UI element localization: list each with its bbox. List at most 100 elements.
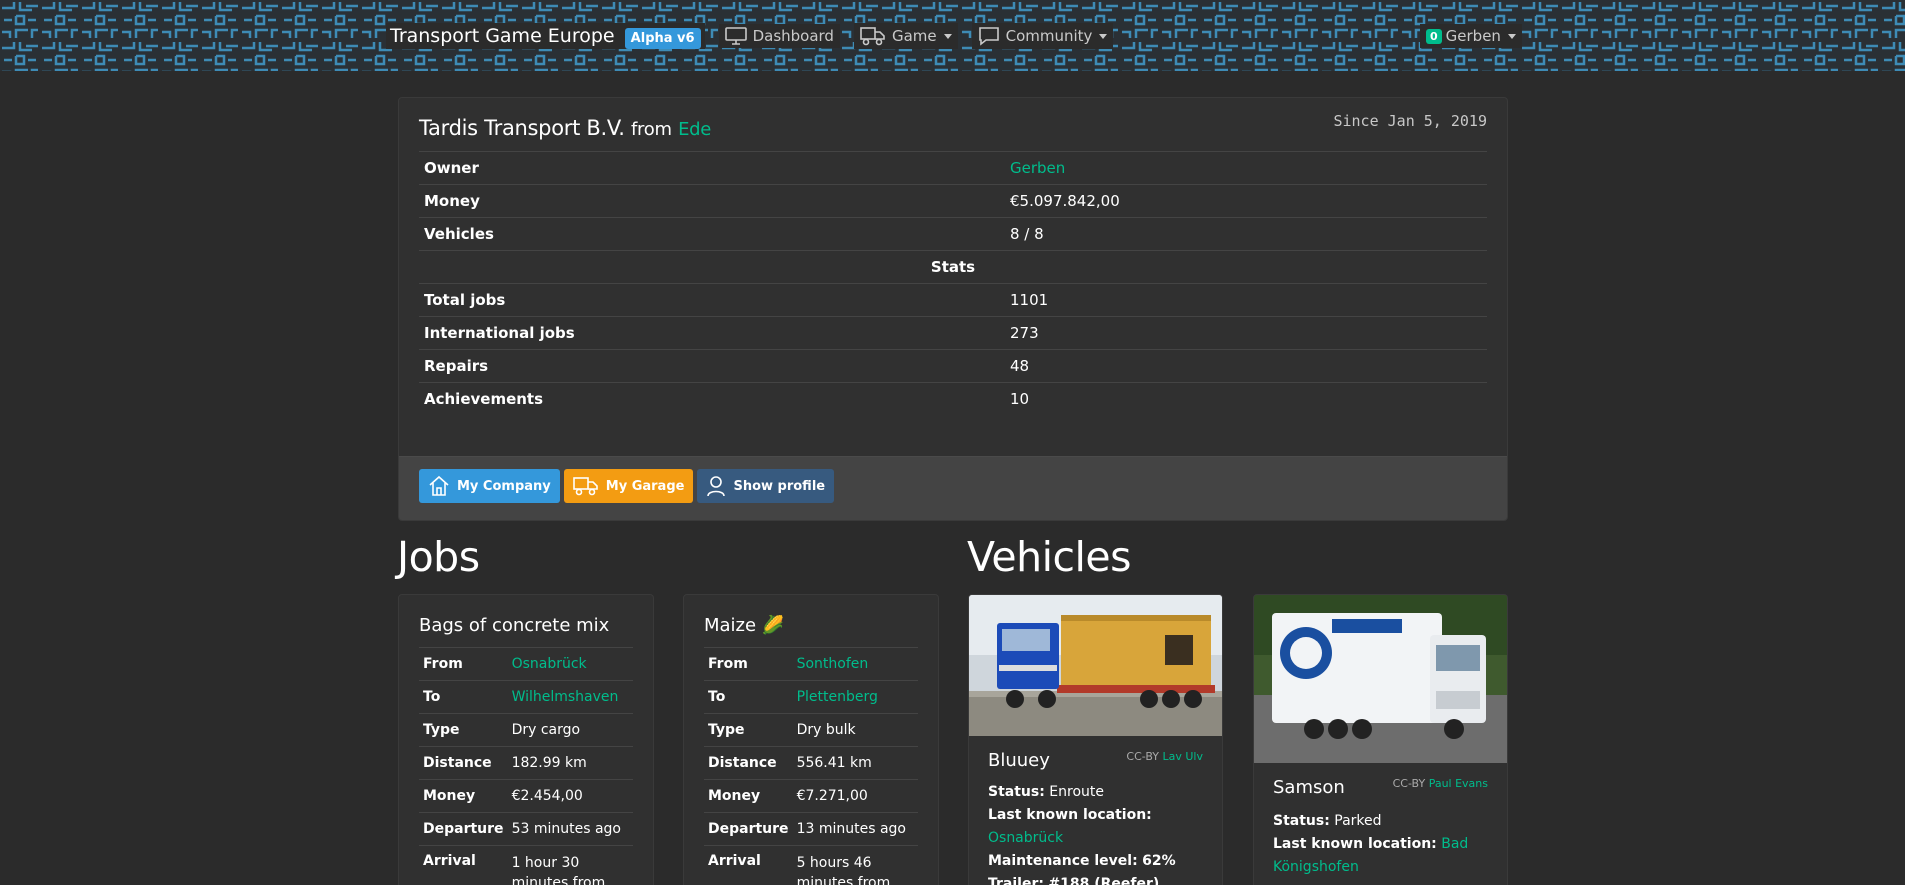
job-money-label: Money xyxy=(419,779,508,813)
vehicles-value: 8 / 8 xyxy=(1005,217,1487,251)
vehicle-trailer: Trailer: #188 (Reefer) xyxy=(988,873,1203,885)
vehicle-location: Last known location: Osnabrück xyxy=(988,804,1203,850)
credit-license: CC-BY xyxy=(1126,750,1159,763)
job-money-value: €7.271,00 xyxy=(792,779,918,813)
job-type-value: Dry cargo xyxy=(507,713,633,747)
money-label: Money xyxy=(419,184,1005,218)
brand-link[interactable]: Transport Game Europe Alpha v6 xyxy=(386,23,705,49)
table-row: Money €5.097.842,00 xyxy=(419,184,1487,218)
job-table: From Sonthofen To Plettenberg Type Dry bulk… xyxy=(704,647,918,885)
maintenance-value: 62% xyxy=(1142,853,1176,869)
my-garage-label: My Garage xyxy=(605,478,685,494)
table-row: Vehicles 8 / 8 xyxy=(419,217,1487,251)
job-money-label: Money xyxy=(704,779,793,813)
job-title: Bags of concrete mix xyxy=(419,615,610,636)
job-money-value: €2.454,00 xyxy=(507,779,633,813)
vehicle-card: Bluuey CC-BY Lav Ulv Status: Enroute Las… xyxy=(968,594,1223,885)
owner-label: Owner xyxy=(419,151,1005,185)
status-label: Status: xyxy=(1273,813,1330,829)
vehicles-heading: Vehicles xyxy=(967,533,1131,581)
credit-license: CC-BY xyxy=(1392,777,1426,790)
job-departure-label: Departure xyxy=(704,812,793,846)
job-departure-label: Departure xyxy=(419,812,508,846)
navbar: Transport Game Europe Alpha v6 Dashboard… xyxy=(0,0,1905,71)
nav-game[interactable]: Game xyxy=(853,23,958,49)
vehicles-label: Vehicles xyxy=(419,217,1005,251)
credit-author-link[interactable]: Paul Evans xyxy=(1429,777,1488,790)
status-value: Parked xyxy=(1334,813,1382,829)
monitor-icon xyxy=(724,27,747,45)
job-departure-value: 53 minutes ago xyxy=(507,812,633,846)
total-jobs-value: 1101 xyxy=(1005,283,1487,317)
credit-author-link[interactable]: Lav Ulv xyxy=(1163,750,1204,763)
location-label: Last known location: xyxy=(1273,836,1437,852)
table-row: Type Dry cargo xyxy=(419,713,633,747)
job-from-label: From xyxy=(419,647,508,681)
vehicle-image[interactable] xyxy=(1254,595,1507,763)
total-jobs-label: Total jobs xyxy=(419,283,1005,317)
table-row: Owner Gerben xyxy=(419,151,1487,185)
achievements-value: 10 xyxy=(1005,382,1487,416)
user-menu[interactable]: 0 Gerben xyxy=(1420,24,1522,48)
table-row: International jobs 273 xyxy=(419,316,1487,350)
notification-count-badge: 0 xyxy=(1426,28,1442,44)
location-link[interactable]: Osnabrück xyxy=(988,830,1063,846)
repairs-label: Repairs xyxy=(419,349,1005,383)
vehicle-body: Samson CC-BY Paul Evans Status: Parked L… xyxy=(1254,763,1507,885)
money-value: €5.097.842,00 xyxy=(1005,184,1487,218)
vehicle-image[interactable] xyxy=(969,595,1222,736)
nav-dashboard[interactable]: Dashboard xyxy=(718,24,840,48)
chat-icon xyxy=(978,27,999,46)
job-distance-label: Distance xyxy=(419,746,508,780)
table-row: Type Dry bulk xyxy=(704,713,918,747)
version-badge: Alpha v6 xyxy=(624,28,701,49)
company-info-table: Owner Gerben Money €5.097.842,00 Vehicle… xyxy=(419,151,1487,416)
job-departure-value: 13 minutes ago xyxy=(792,812,918,846)
nav-dashboard-label: Dashboard xyxy=(752,27,834,45)
status-value: Enroute xyxy=(1049,784,1104,800)
job-distance-value: 182.99 km xyxy=(507,746,633,780)
company-card: Tardis Transport B.V. from Ede Since Jan… xyxy=(398,97,1508,521)
maintenance-label: Maintenance level: xyxy=(988,853,1138,869)
truck-icon xyxy=(572,477,598,496)
jobs-heading: Jobs xyxy=(397,533,480,581)
owner-link[interactable]: Gerben xyxy=(1010,159,1065,177)
trailer-value: #188 (Reefer) xyxy=(1048,876,1160,885)
table-row: Arrival1 hour 30 minutes from now xyxy=(419,845,633,885)
my-garage-button[interactable]: My Garage xyxy=(563,469,694,503)
company-city-link[interactable]: Ede xyxy=(678,119,711,140)
nav-game-label: Game xyxy=(891,27,937,45)
job-to-link[interactable]: Wilhelmshaven xyxy=(512,689,619,705)
job-card: Maize 🌽 From Sonthofen To Plettenberg Type… xyxy=(683,594,939,885)
chevron-down-icon xyxy=(1099,33,1108,39)
international-jobs-value: 273 xyxy=(1005,316,1487,350)
truck-icon xyxy=(860,27,885,46)
table-row: Stats xyxy=(419,250,1487,284)
show-profile-button[interactable]: Show profile xyxy=(697,469,835,503)
table-row: Money €2.454,00 xyxy=(419,779,633,813)
company-from-label: from xyxy=(631,119,672,140)
job-to-link[interactable]: Plettenberg xyxy=(797,689,878,705)
achievements-label: Achievements xyxy=(419,382,1005,416)
job-to-label: To xyxy=(704,680,793,714)
company-since: Since Jan 5, 2019 xyxy=(1333,112,1487,130)
job-card: Bags of concrete mix From Osnabrück To Wil… xyxy=(398,594,654,885)
home-icon xyxy=(429,475,449,496)
vehicle-location: Last known location: Bad Königshofen xyxy=(1273,833,1488,879)
job-from-link[interactable]: Osnabrück xyxy=(512,656,587,672)
my-company-button[interactable]: My Company xyxy=(419,469,560,503)
company-title: Tardis Transport B.V. from Ede xyxy=(419,116,1487,140)
job-to-label: To xyxy=(419,680,508,714)
table-row: Departure 13 minutes ago xyxy=(704,812,918,846)
job-distance-label: Distance xyxy=(704,746,793,780)
nav-community-label: Community xyxy=(1005,27,1093,45)
table-row: Total jobs 1101 xyxy=(419,283,1487,317)
job-type-label: Type xyxy=(419,713,508,747)
navbar-left: Transport Game Europe Alpha v6 Dashboard… xyxy=(386,18,1114,54)
table-row: To Plettenberg xyxy=(704,680,918,714)
job-from-link[interactable]: Sonthofen xyxy=(797,656,869,672)
international-jobs-label: International jobs xyxy=(419,316,1005,350)
nav-community[interactable]: Community xyxy=(971,23,1114,49)
location-label: Last known location: xyxy=(988,807,1152,823)
table-row: Achievements 10 xyxy=(419,382,1487,416)
